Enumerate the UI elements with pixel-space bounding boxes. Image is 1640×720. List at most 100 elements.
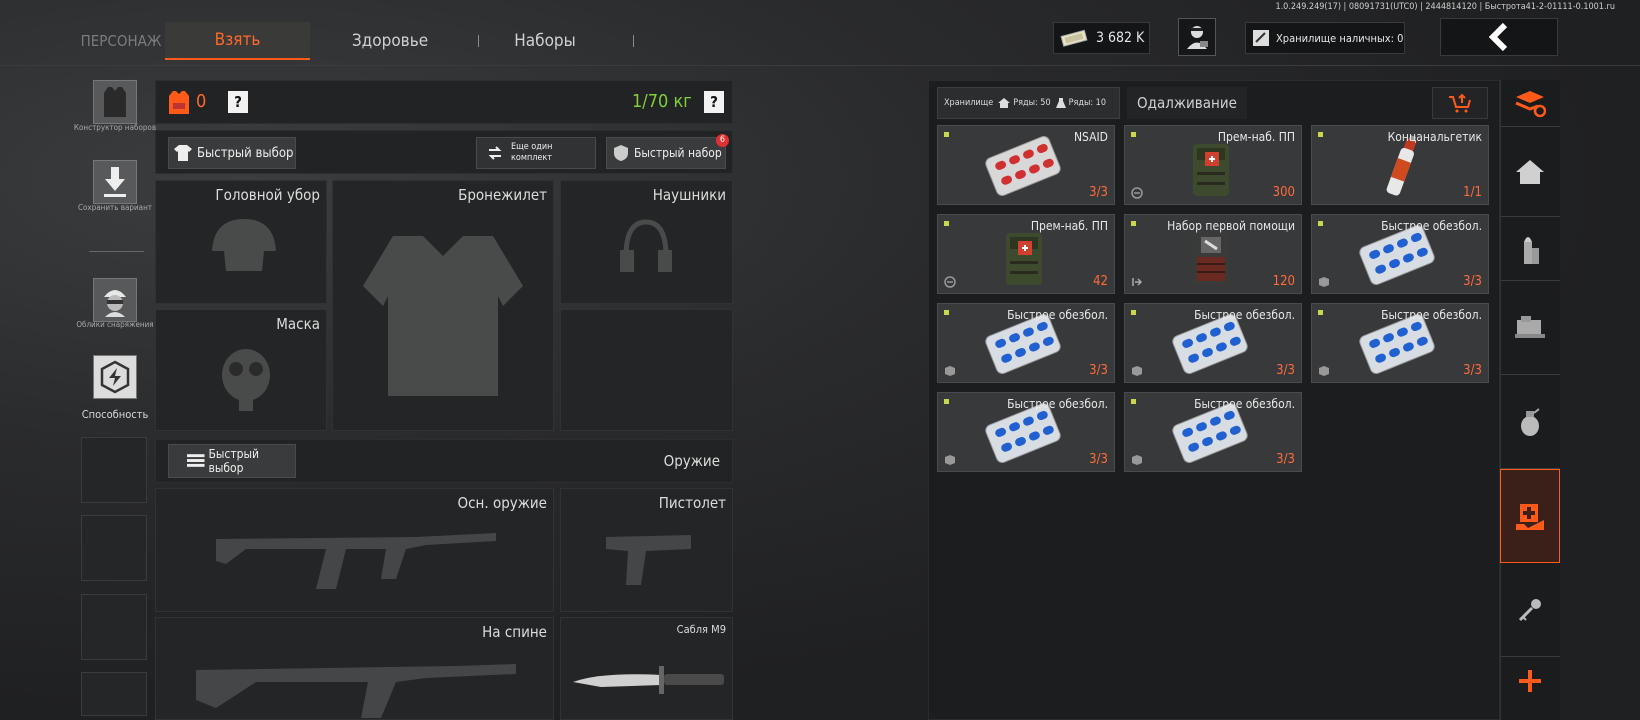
storage-item-name: Быстрое обезбол. xyxy=(1007,397,1108,411)
money-display: 3 682 K xyxy=(1053,22,1150,54)
slot-melee[interactable]: Сабля М9 xyxy=(560,617,733,720)
tab-health[interactable]: Здоровье xyxy=(330,22,450,60)
slot-mask[interactable]: Маска xyxy=(155,309,327,431)
medkit-green-icon xyxy=(1187,138,1235,204)
sidebar-divider xyxy=(89,251,144,252)
storage-tab[interactable]: Хранилище Ряды: 50 Ряды: 10 xyxy=(937,87,1120,119)
shield-icon xyxy=(614,145,628,161)
storage-item[interactable]: NSAID 3/3 xyxy=(937,125,1115,205)
cash-storage-label: Хранилище наличных: 0 xyxy=(1276,31,1404,45)
storage-item-count: 120 xyxy=(1272,274,1295,289)
slot-extra[interactable] xyxy=(560,309,733,431)
weight-help-button[interactable]: ? xyxy=(704,91,724,113)
nav-key-button[interactable] xyxy=(1500,563,1560,657)
storage-item[interactable]: Набор первой помощи 120 xyxy=(1124,214,1302,294)
storage-item[interactable]: Быстрое обезбол. 3/3 xyxy=(937,392,1115,472)
storage-item-count: 1/1 xyxy=(1463,185,1482,200)
storage-item[interactable]: Прем-наб. ПП 300 xyxy=(1124,125,1302,205)
armor-help-button[interactable]: ? xyxy=(228,91,248,113)
nav-add-button[interactable] xyxy=(1500,657,1560,705)
storage-rows-other: Ряды: 10 xyxy=(1068,98,1106,108)
storage-item-count: 3/3 xyxy=(1089,185,1108,200)
nav-scope-button[interactable] xyxy=(1500,281,1560,375)
slot-headgear-label: Головной убор xyxy=(215,186,320,204)
cart-icon xyxy=(1449,93,1471,113)
download-icon xyxy=(104,167,126,197)
box-icon xyxy=(945,455,955,465)
nav-ammo-button[interactable] xyxy=(1500,217,1560,281)
slot-back[interactable]: На спине xyxy=(155,617,554,720)
slot-back-label: На спине xyxy=(482,623,547,641)
cash-icon xyxy=(1060,29,1088,47)
quick-select-button[interactable]: Быстрый выбор xyxy=(168,137,296,169)
storage-item-count: 300 xyxy=(1272,185,1295,200)
new-item-marker xyxy=(1131,221,1136,226)
home-icon xyxy=(1516,159,1544,184)
storage-item-name: Быстрое обезбол. xyxy=(1194,397,1295,411)
version-info: 1.0.249.249(17) | 08091731(UTC0) | 24448… xyxy=(1275,2,1615,12)
storage-item[interactable]: Быстрое обезбол. 3/3 xyxy=(937,303,1115,383)
tab-separator xyxy=(478,35,479,47)
kit-builder-button[interactable] xyxy=(93,80,137,124)
tab-sets[interactable]: Наборы xyxy=(490,22,600,60)
ability-slot[interactable] xyxy=(81,594,147,660)
storage-item-count: 3/3 xyxy=(1463,363,1482,378)
slot-headphones[interactable]: Наушники xyxy=(560,180,733,304)
pills-blue-icon xyxy=(1170,403,1250,467)
cash-storage-button[interactable]: Хранилище наличных: 0 xyxy=(1245,22,1405,54)
ability-slot[interactable] xyxy=(81,672,147,716)
trader-button[interactable] xyxy=(1178,18,1216,56)
money-value: 3 682 K xyxy=(1096,30,1145,46)
weapon-quick-select-button[interactable]: Быстрый выбор xyxy=(168,444,296,478)
tab-character[interactable]: ПЕРСОНАЖ xyxy=(78,22,164,60)
pills-blue-icon xyxy=(1170,314,1250,378)
storage-item[interactable]: Быстрое обезбол. 3/3 xyxy=(1311,214,1489,294)
ammo-list-icon xyxy=(187,454,205,467)
storage-rows-home: Ряды: 50 xyxy=(1013,98,1051,108)
storage-label: Хранилище xyxy=(944,98,994,108)
slot-primary-label: Осн. оружие xyxy=(457,494,547,512)
sort-button[interactable] xyxy=(1432,87,1488,119)
box-icon xyxy=(1319,277,1329,287)
ability-slot[interactable] xyxy=(81,515,147,581)
storage-item-name: Быстрое обезбол. xyxy=(1007,308,1108,322)
slot-pistol[interactable]: Пистолет xyxy=(560,488,733,612)
another-set-label: Еще один комплект xyxy=(511,142,553,163)
quick-set-label: Быстрый набор xyxy=(634,146,722,160)
ability-button[interactable] xyxy=(93,355,137,399)
nav-grenade-button[interactable] xyxy=(1500,375,1560,469)
slot-mask-label: Маска xyxy=(276,315,320,333)
storage-item[interactable]: Быстрое обезбол. 3/3 xyxy=(1124,392,1302,472)
medical-box-icon xyxy=(1516,504,1544,530)
nav-all-button[interactable] xyxy=(1500,80,1560,127)
storage-item[interactable]: Быстрое обезбол. 3/3 xyxy=(1311,303,1489,383)
slot-vest-label: Бронежилет xyxy=(458,186,547,204)
loan-tab[interactable]: Одалживание xyxy=(1127,87,1247,119)
storage-item[interactable]: Прем-наб. ПП 42 xyxy=(937,214,1115,294)
storage-item-name: Быстрое обезбол. xyxy=(1381,219,1482,233)
slot-primary[interactable]: Осн. оружие xyxy=(155,488,554,612)
slot-vest[interactable]: Бронежилет xyxy=(332,180,554,431)
save-variant-button[interactable] xyxy=(93,160,137,204)
storage-item[interactable]: Концанальгетик 1/1 xyxy=(1311,125,1489,205)
gear-skins-button[interactable] xyxy=(93,278,137,322)
storage-item-name: Быстрое обезбол. xyxy=(1194,308,1295,322)
nav-medical-button[interactable] xyxy=(1500,469,1560,563)
ability-slot[interactable] xyxy=(81,437,147,503)
another-set-button[interactable]: Еще один комплект xyxy=(476,137,596,169)
slot-headgear[interactable]: Головной убор xyxy=(155,180,327,304)
weight-value: 1/70 кг xyxy=(632,91,692,112)
cash-storage-icon xyxy=(1253,30,1269,46)
quick-select-label: Быстрый выбор xyxy=(197,145,294,161)
slot-pistol-label: Пистолет xyxy=(658,494,726,512)
storage-item[interactable]: Быстрое обезбол. 3/3 xyxy=(1124,303,1302,383)
layers-refresh-icon xyxy=(1515,91,1546,117)
locked-icon xyxy=(944,276,956,288)
storage-item-name: NSAID xyxy=(1073,130,1108,144)
save-variant-label: Сохранить вариант xyxy=(78,203,152,212)
back-button[interactable] xyxy=(1440,18,1558,56)
pistol-icon xyxy=(606,535,691,585)
tab-take[interactable]: Взять xyxy=(165,22,310,60)
nav-home-button[interactable] xyxy=(1500,127,1560,217)
quick-set-button[interactable]: Быстрый набор xyxy=(606,137,726,169)
